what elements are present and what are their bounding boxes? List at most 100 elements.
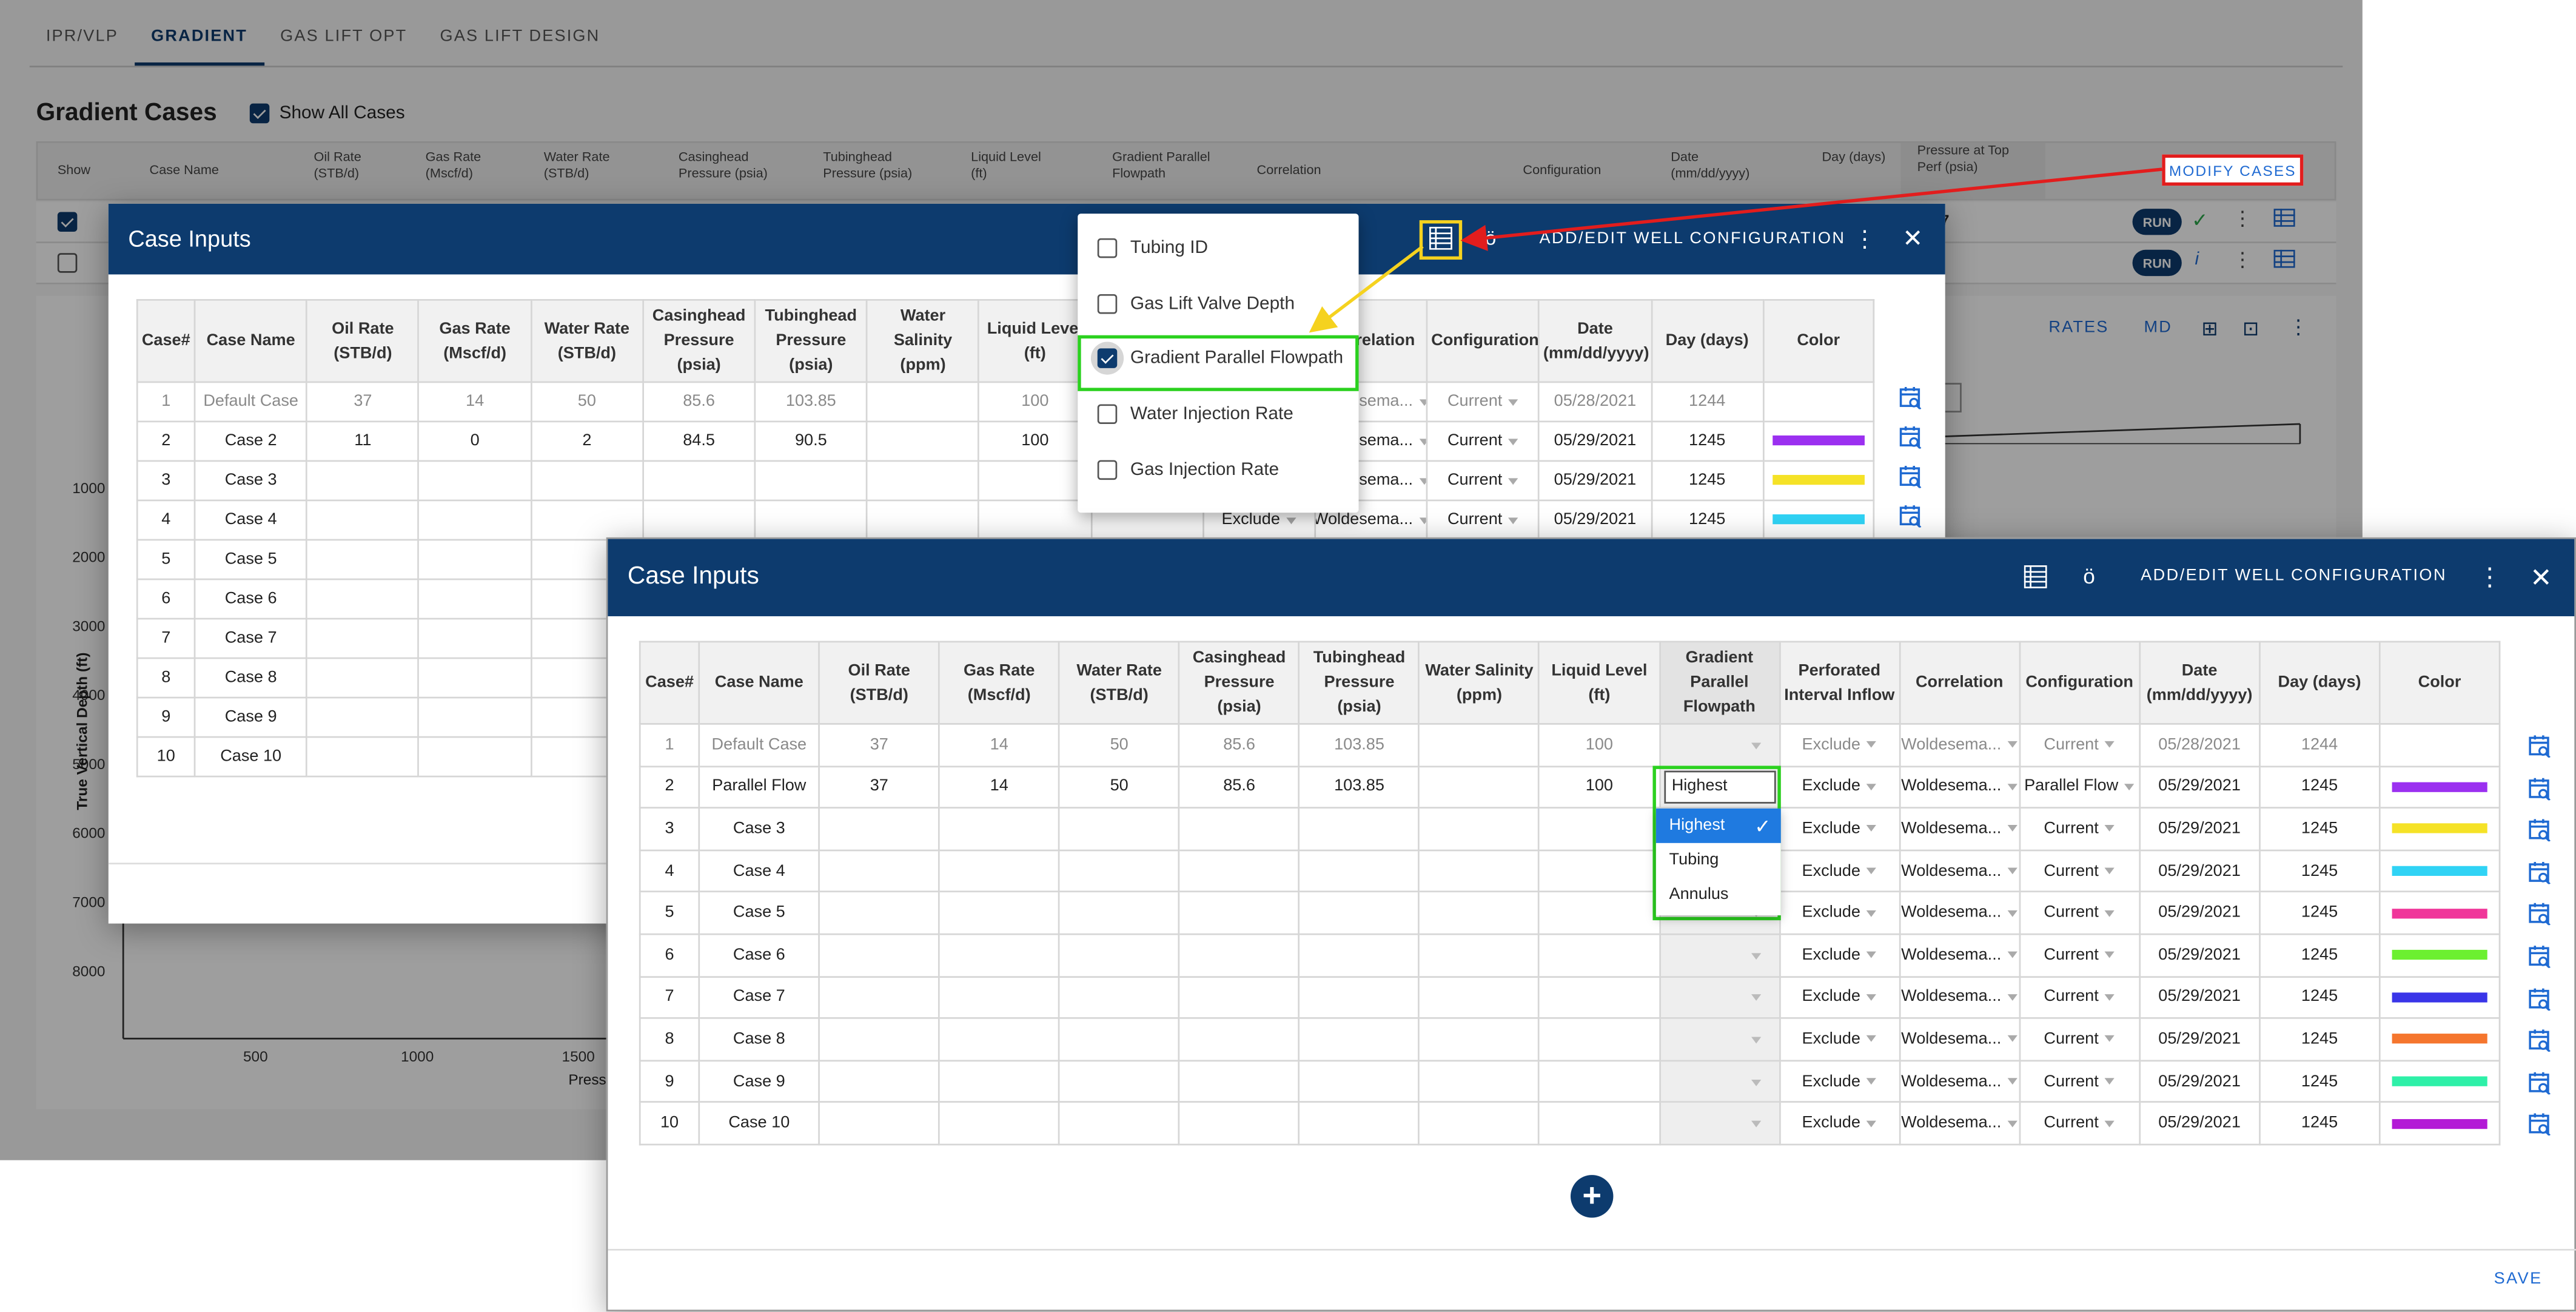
oil-input[interactable]: 37 <box>818 723 941 767</box>
sal-input[interactable] <box>1418 1017 1540 1061</box>
oil-input[interactable] <box>818 807 941 851</box>
oil-input[interactable] <box>818 891 941 935</box>
gradient-parallel-select[interactable] <box>1659 1017 1780 1061</box>
tbg-input[interactable] <box>1298 849 1420 893</box>
date-input[interactable]: 05/28/2021 <box>2138 723 2261 767</box>
perforated-inflow-select[interactable]: Exclude <box>1778 975 1900 1020</box>
configuration-select[interactable]: Parallel Flow <box>2018 765 2141 809</box>
case-name-input[interactable]: Case 2 <box>193 420 308 462</box>
row-calendar-search-icon[interactable] <box>1899 386 1922 410</box>
tbg-input[interactable] <box>1298 1017 1420 1061</box>
oil-input[interactable] <box>306 617 420 659</box>
water-injection-checkbox[interactable] <box>1097 404 1118 424</box>
gas-input[interactable] <box>418 617 532 659</box>
add-edit-well-config-link[interactable]: ADD/EDIT WELL CONFIGURATION <box>2141 567 2447 585</box>
color-swatch-cell[interactable] <box>2378 933 2501 977</box>
csg-input[interactable] <box>1178 1017 1300 1061</box>
column-option-gas-injection-rate[interactable]: Gas Injection Rate <box>1097 454 1279 486</box>
case-name-input[interactable]: Case 10 <box>698 1102 820 1146</box>
liq-input[interactable] <box>1538 807 1660 851</box>
tbg-input[interactable] <box>1298 1059 1420 1103</box>
oil-input[interactable] <box>306 460 420 502</box>
correlation-select[interactable]: Woldesema... <box>1898 891 2021 935</box>
gas-input[interactable] <box>418 499 532 541</box>
gas-lift-valve-depth-checkbox[interactable] <box>1097 294 1118 314</box>
color-swatch-cell[interactable] <box>2378 723 2501 767</box>
case-name-input[interactable]: Case 6 <box>193 578 308 620</box>
water-input[interactable] <box>530 499 644 541</box>
color-swatch[interactable] <box>2392 950 2487 960</box>
color-swatch-cell[interactable] <box>2378 891 2501 935</box>
water-input[interactable] <box>530 460 644 502</box>
gas-input[interactable] <box>418 736 532 778</box>
liq-input[interactable]: 100 <box>978 420 1092 462</box>
case-name-input[interactable]: Case 8 <box>193 657 308 699</box>
column-option-gas-lift-valve-depth[interactable]: Gas Lift Valve Depth <box>1097 288 1295 320</box>
csg-input[interactable] <box>1178 807 1300 851</box>
calendar-search-icon[interactable] <box>2528 987 2551 1011</box>
csg-input[interactable] <box>642 460 756 502</box>
date-input[interactable]: 05/29/2021 <box>2138 849 2261 893</box>
configuration-select[interactable]: Current <box>1426 381 1540 423</box>
gas-input[interactable]: 14 <box>938 765 1061 809</box>
column-option-gradient-parallel-flowpath[interactable]: Gradient Parallel Flowpath <box>1090 341 1343 375</box>
gas-input[interactable] <box>938 1017 1061 1061</box>
configuration-select[interactable]: Current <box>2018 807 2141 851</box>
gradient-parallel-select[interactable] <box>1659 723 1780 767</box>
sal-input[interactable] <box>1418 933 1540 977</box>
column-option-water-injection-rate[interactable]: Water Injection Rate <box>1097 398 1293 431</box>
color-swatch-cell[interactable] <box>2378 1102 2501 1146</box>
gas-input[interactable] <box>938 933 1061 977</box>
row-calendar-search-icon[interactable] <box>2528 903 2551 927</box>
modify-cases-button[interactable]: MODIFY CASES <box>2162 154 2304 186</box>
perforated-inflow-select[interactable]: Exclude <box>1778 1102 1900 1146</box>
color-swatch[interactable] <box>1772 514 1865 525</box>
sal-input[interactable] <box>1418 807 1540 851</box>
liq-input[interactable] <box>1538 1017 1660 1061</box>
color-swatch[interactable] <box>2392 781 2487 792</box>
case-name-input[interactable]: Case 8 <box>698 1017 820 1061</box>
gas-input[interactable] <box>938 1102 1061 1146</box>
case-name-input[interactable]: Case 5 <box>193 539 308 580</box>
calendar-search-icon[interactable] <box>2528 1029 2551 1053</box>
sal-input[interactable] <box>1418 723 1540 767</box>
color-swatch-cell[interactable] <box>1762 460 1875 502</box>
fluid-icon[interactable]: ö <box>1485 227 1496 250</box>
liq-input[interactable] <box>1538 1102 1660 1146</box>
tbg-input[interactable] <box>754 499 868 541</box>
tubing-id-checkbox[interactable] <box>1097 238 1118 258</box>
calendar-search-icon[interactable] <box>1899 386 1922 410</box>
case-name-input[interactable]: Case 5 <box>698 891 820 935</box>
gas-input[interactable]: 14 <box>418 381 532 423</box>
csg-input[interactable] <box>642 499 756 541</box>
gas-input[interactable] <box>938 1059 1061 1103</box>
sal-input[interactable] <box>1418 891 1540 935</box>
csg-input[interactable] <box>1178 975 1300 1020</box>
gas-input[interactable] <box>418 696 532 738</box>
color-swatch[interactable] <box>1772 475 1865 486</box>
tbg-input[interactable] <box>1298 933 1420 977</box>
sal-input[interactable] <box>866 460 980 502</box>
color-swatch[interactable] <box>2392 824 2487 834</box>
csg-input[interactable]: 85.6 <box>1178 723 1300 767</box>
correlation-select[interactable]: Woldesema... <box>1898 1059 2021 1103</box>
oil-input[interactable] <box>818 1102 941 1146</box>
gas-input[interactable] <box>418 578 532 620</box>
configuration-select[interactable]: Current <box>2018 723 2141 767</box>
case-name-input[interactable]: Parallel Flow <box>698 765 820 809</box>
calendar-search-icon[interactable] <box>2528 776 2551 801</box>
calendar-search-icon[interactable] <box>2528 1113 2551 1137</box>
sal-input[interactable] <box>1418 1059 1540 1103</box>
perforated-inflow-select[interactable]: Exclude <box>1778 723 1900 767</box>
calendar-search-icon[interactable] <box>1899 426 1922 449</box>
liq-input[interactable]: 100 <box>1538 723 1660 767</box>
date-input[interactable]: 05/29/2021 <box>2138 1102 2261 1146</box>
csg-input[interactable]: 85.6 <box>1178 765 1300 809</box>
liq-input[interactable]: 100 <box>1538 765 1660 809</box>
oil-input[interactable]: 11 <box>306 420 420 462</box>
oil-input[interactable] <box>306 736 420 778</box>
color-swatch-cell[interactable] <box>2378 1059 2501 1103</box>
row-calendar-search-icon[interactable] <box>2528 735 2551 759</box>
csg-input[interactable] <box>1178 849 1300 893</box>
calendar-search-icon[interactable] <box>2528 945 2551 969</box>
